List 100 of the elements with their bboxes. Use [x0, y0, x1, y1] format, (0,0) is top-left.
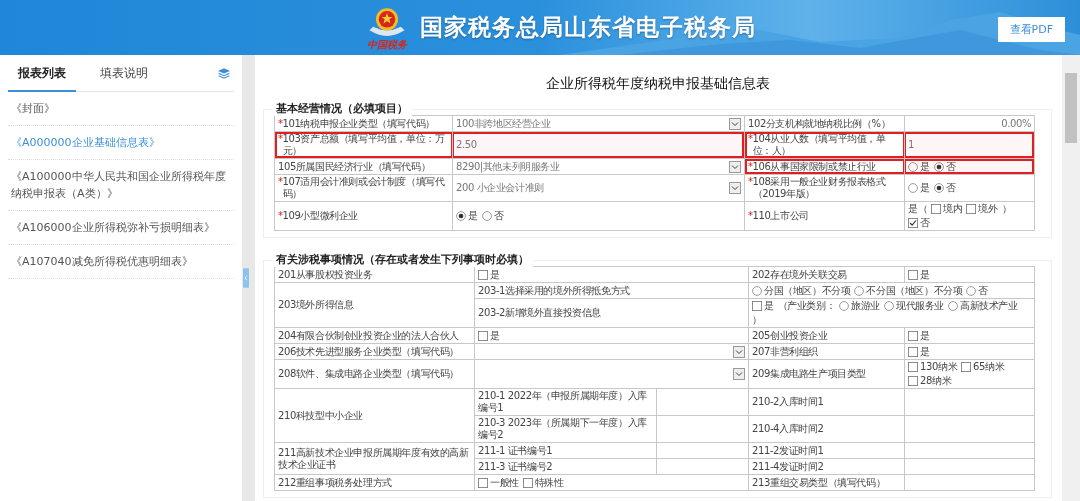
- choice-cell[interactable]: 是 否: [904, 158, 1035, 175]
- scrollbar[interactable]: [1062, 55, 1080, 501]
- option-label: 现代服务业: [896, 300, 945, 312]
- label-text: 211-3 证书编号2: [478, 460, 553, 473]
- select-field[interactable]: 100非跨地区经营企业: [452, 115, 745, 132]
- select-field[interactable]: [474, 359, 749, 389]
- option-label: 否: [920, 217, 930, 229]
- option-label: 是: [920, 329, 930, 342]
- choice-cell[interactable]: 是 否: [452, 201, 745, 231]
- input-field[interactable]: [904, 474, 1035, 491]
- label-text: 202存在境外关联交易: [752, 268, 847, 281]
- checkbox-icon[interactable]: [478, 330, 488, 341]
- label-text: 108采用一般企业财务报表格式（2019年版）: [752, 176, 887, 200]
- label-text: 201从事股权投资业务: [278, 268, 373, 281]
- label-text: 207非营利组织: [752, 345, 818, 358]
- option-label: 是: [920, 268, 930, 281]
- radio-icon[interactable]: [948, 301, 959, 311]
- choice-cell[interactable]: 是（ 境内 境外 ） 否: [904, 201, 1035, 231]
- checkbox-icon[interactable]: [478, 477, 488, 488]
- option-label: 境外: [978, 203, 998, 215]
- option-label: 不分国（地区）不分项: [866, 284, 963, 297]
- select-field[interactable]: [474, 343, 749, 360]
- choice-cell[interactable]: 分国（地区）不分项 不分国（地区）不分项 否: [748, 282, 1035, 299]
- field-value: 0.00%: [1001, 117, 1031, 129]
- checkbox-icon[interactable]: [908, 346, 918, 357]
- checkbox-icon[interactable]: [931, 204, 942, 214]
- layers-icon[interactable]: [218, 67, 230, 79]
- label-text: 106从事国家限制或禁止行业: [752, 160, 877, 173]
- option-label: 是: [764, 300, 774, 312]
- radio-selected-icon[interactable]: [933, 183, 944, 193]
- radio-icon[interactable]: [481, 211, 492, 221]
- sidebar-tab[interactable]: 填表说明: [90, 54, 158, 92]
- section-title: 基本经营情况（必填项目）: [272, 101, 412, 116]
- label-text: 210-4入库时间2: [752, 423, 824, 435]
- select-field[interactable]: 200 小企业会计准则: [452, 174, 745, 202]
- checkbox-icon[interactable]: [478, 269, 488, 280]
- report-list-item[interactable]: 《A100000中华人民共和国企业所得税年度纳税申报表（A类）》: [8, 160, 234, 212]
- view-pdf-button[interactable]: 查看PDF: [997, 17, 1065, 42]
- radio-icon[interactable]: [752, 285, 762, 296]
- input-field[interactable]: [656, 388, 749, 416]
- checkbox-icon[interactable]: [908, 330, 918, 341]
- input-field[interactable]: [904, 388, 1035, 416]
- report-list-item[interactable]: 《A106000企业所得税弥补亏损明细表》: [8, 211, 234, 246]
- checkbox-icon[interactable]: [908, 269, 918, 280]
- checkbox-icon[interactable]: [908, 362, 918, 372]
- radio-selected-icon[interactable]: [456, 211, 466, 221]
- choice-cell[interactable]: 是: [474, 327, 749, 344]
- report-list-item[interactable]: 《A107040减免所得税优惠明细表》: [8, 245, 234, 280]
- select-value: 100非跨地区经营企业: [456, 117, 551, 130]
- label-text: 203-1选择采用的境外所得抵免方式: [478, 284, 630, 297]
- choice-cell[interactable]: 是: [904, 266, 1035, 283]
- number-field[interactable]: 0.00%: [904, 115, 1035, 132]
- input-field[interactable]: [656, 442, 749, 459]
- option-text: （产业类别：: [777, 300, 836, 312]
- choice-cell[interactable]: 一般性 特殊性: [474, 474, 749, 491]
- choice-cell[interactable]: 是: [474, 266, 749, 283]
- checkbox-icon[interactable]: [522, 477, 533, 488]
- label-text: 211-4发证时间2: [752, 460, 824, 473]
- option-label: 否: [493, 210, 504, 222]
- checkbox-icon[interactable]: [908, 376, 918, 386]
- label-text: 210-1 2022年（申报所属期年度）入库编号1: [478, 390, 648, 414]
- radio-icon[interactable]: [839, 301, 850, 311]
- checkbox-checked-icon[interactable]: [908, 218, 918, 228]
- required-mark: *: [748, 160, 753, 173]
- label-text: 102分支机构就地纳税比例（%）: [748, 117, 891, 130]
- input-field[interactable]: [904, 442, 1035, 459]
- input-field[interactable]: [656, 458, 749, 475]
- report-list-item[interactable]: 《封面》: [8, 92, 234, 127]
- label-text: 211-2发证时间1: [752, 444, 824, 457]
- choice-cell[interactable]: 是 否: [904, 174, 1035, 202]
- radio-icon[interactable]: [908, 161, 918, 172]
- radio-icon[interactable]: [884, 301, 895, 311]
- checkbox-icon[interactable]: [752, 301, 762, 311]
- input-field[interactable]: [904, 415, 1035, 443]
- section-title: 有关涉税事项情况（存在或者发生下列事项时必填）: [272, 252, 533, 267]
- checkbox-icon[interactable]: [966, 204, 977, 214]
- option-label: 境内: [943, 203, 963, 215]
- option-label: 一般性: [490, 476, 519, 489]
- label-text: 101纳税申报企业类型（填写代码）: [282, 117, 435, 130]
- sidebar-tab[interactable]: 报表列表: [8, 54, 76, 92]
- input-field[interactable]: 2.50: [452, 131, 745, 159]
- required-mark: *: [278, 133, 283, 145]
- label-text: 213重组交易类型（填写代码）: [752, 476, 886, 489]
- choice-cell[interactable]: 130纳米 65纳米 28纳米: [904, 359, 1035, 389]
- input-field[interactable]: [904, 458, 1035, 475]
- checkbox-icon[interactable]: [961, 362, 972, 372]
- choice-cell[interactable]: 是 （产业类别： 旅游业 现代服务业 高新技术产业 ）: [748, 298, 1035, 328]
- select-value: 8290|其他未列明服务业: [456, 160, 560, 173]
- input-field[interactable]: [656, 415, 749, 443]
- choice-cell[interactable]: 是: [904, 327, 1035, 344]
- option-label: 否: [978, 284, 989, 297]
- radio-icon[interactable]: [854, 285, 865, 296]
- radio-icon[interactable]: [908, 183, 918, 193]
- radio-icon[interactable]: [966, 285, 977, 296]
- input-field[interactable]: 1: [904, 131, 1035, 159]
- radio-selected-icon[interactable]: [933, 161, 944, 172]
- collapse-handle-icon[interactable]: [243, 267, 249, 289]
- select-field[interactable]: 8290|其他未列明服务业: [452, 158, 745, 175]
- report-list-item[interactable]: 《A000000企业基础信息表》: [8, 126, 234, 161]
- choice-cell[interactable]: 是: [904, 343, 1035, 360]
